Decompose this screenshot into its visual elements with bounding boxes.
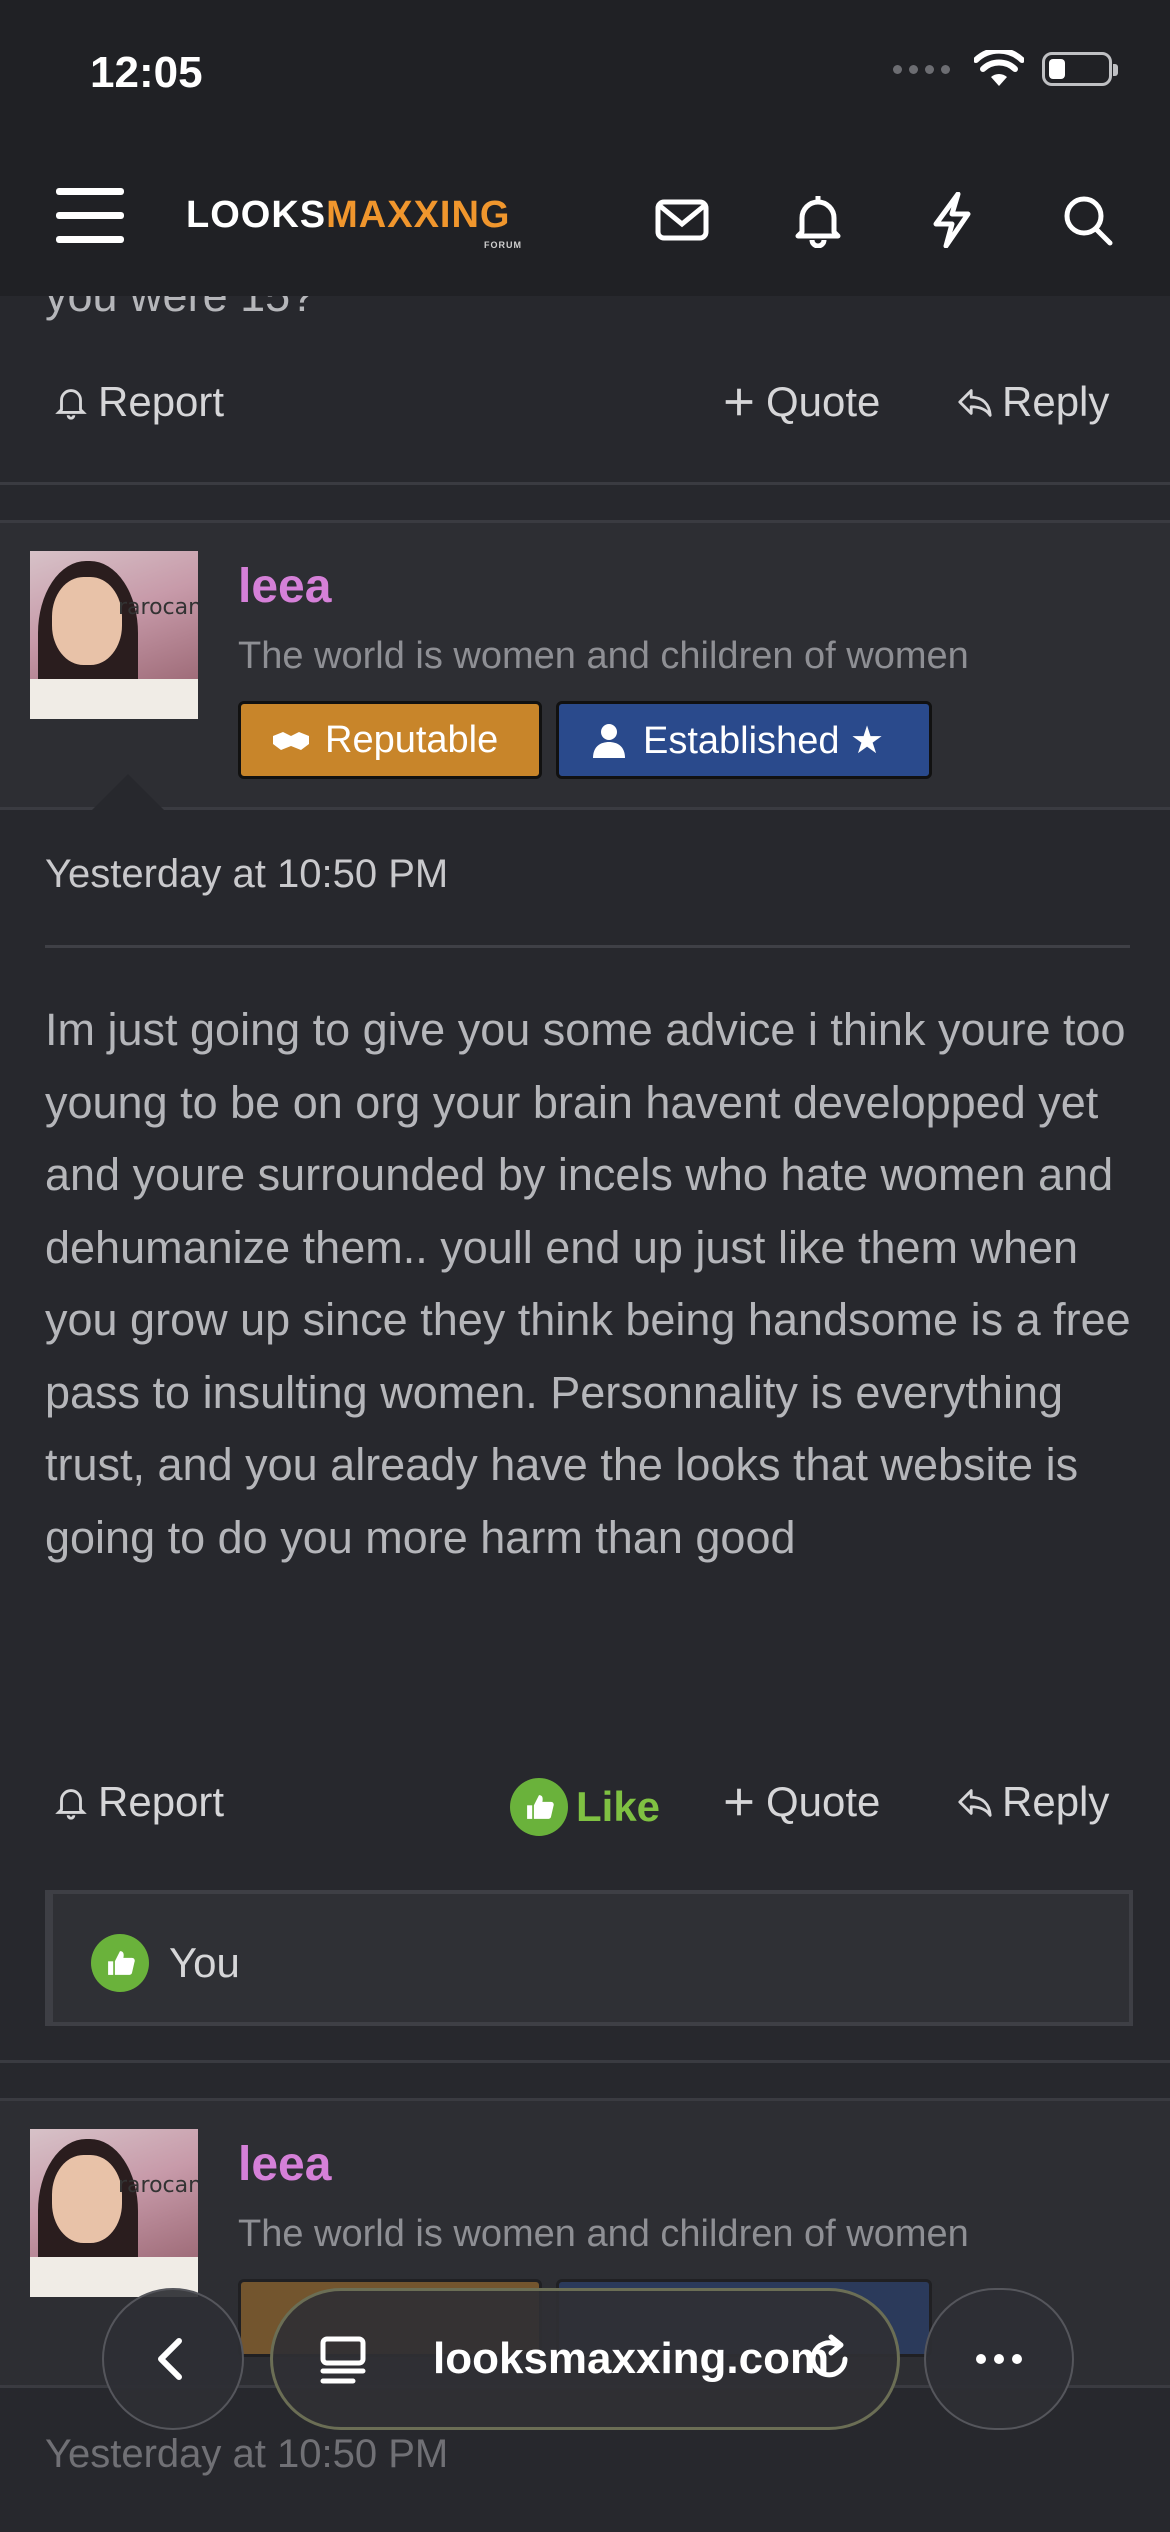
reply-button[interactable]: Reply bbox=[956, 1778, 1109, 1826]
like-button[interactable]: Like bbox=[510, 1778, 660, 1836]
quote-button[interactable]: Quote bbox=[720, 1778, 880, 1826]
next-post-timestamp[interactable]: Yesterday at 10:50 PM bbox=[45, 2432, 448, 2477]
username[interactable]: leea bbox=[238, 2137, 331, 2192]
reactions-label: You bbox=[169, 1939, 240, 1986]
user-title: The world is women and children of women bbox=[238, 2213, 969, 2255]
chevron-left-icon bbox=[158, 2338, 182, 2380]
badge-reputable: Reputable bbox=[238, 701, 542, 779]
report-button[interactable]: Report bbox=[52, 378, 224, 426]
battery-icon bbox=[1042, 52, 1118, 86]
divider bbox=[45, 945, 1130, 948]
avatar[interactable]: rarocan bbox=[30, 551, 198, 719]
divider bbox=[0, 2060, 1170, 2063]
handshake-icon bbox=[273, 732, 309, 750]
user-title: The world is women and children of women bbox=[238, 635, 969, 677]
status-icons bbox=[893, 50, 1118, 88]
lightning-icon[interactable] bbox=[922, 191, 982, 249]
status-bar: 12:05 bbox=[0, 0, 1170, 140]
back-button[interactable] bbox=[102, 2288, 244, 2430]
ellipsis-icon bbox=[976, 2354, 1022, 2364]
search-icon[interactable] bbox=[1058, 192, 1118, 248]
site-logo[interactable]: LOOKSMAXXING bbox=[186, 194, 510, 237]
reply-icon bbox=[958, 1789, 992, 1817]
divider bbox=[0, 482, 1170, 485]
previous-post-actions: Report Quote Reply bbox=[0, 364, 1170, 444]
reload-icon[interactable] bbox=[801, 2331, 857, 2387]
report-button[interactable]: Report bbox=[52, 1778, 224, 1826]
mail-icon[interactable] bbox=[652, 192, 712, 248]
bell-icon bbox=[55, 1789, 87, 1820]
more-button[interactable] bbox=[924, 2288, 1074, 2430]
username[interactable]: leea bbox=[238, 559, 331, 614]
wifi-icon bbox=[974, 50, 1024, 86]
reply-button[interactable]: Reply bbox=[956, 378, 1109, 426]
address-bar[interactable]: looksmaxxing.com bbox=[270, 2288, 900, 2430]
bell-icon bbox=[55, 389, 87, 420]
logo-subtitle: FORUM bbox=[484, 240, 522, 250]
plus-icon bbox=[725, 388, 753, 416]
thumbs-up-icon bbox=[510, 1778, 568, 1836]
app-header: LOOKSMAXXING FORUM bbox=[0, 140, 1170, 296]
header-pointer bbox=[92, 774, 164, 810]
plus-icon bbox=[725, 1788, 753, 1816]
menu-icon[interactable] bbox=[56, 188, 124, 248]
browser-bottom-bar: looksmaxxing.com bbox=[0, 2268, 1170, 2430]
url-text: looksmaxxing.com bbox=[433, 2334, 830, 2383]
user-icon bbox=[593, 724, 625, 758]
signal-icon bbox=[893, 64, 950, 74]
bell-icon[interactable] bbox=[788, 192, 848, 249]
reply-icon bbox=[958, 389, 992, 417]
post-timestamp[interactable]: Yesterday at 10:50 PM bbox=[45, 852, 448, 897]
thumbs-up-icon bbox=[91, 1934, 149, 1992]
post-user-header: rarocan leea The world is women and chil… bbox=[0, 520, 1170, 810]
quote-button[interactable]: Quote bbox=[720, 378, 880, 426]
post-actions: Report Like Quote Reply bbox=[0, 1764, 1170, 1844]
badge-established: Established ★ bbox=[556, 701, 932, 779]
tabs-icon bbox=[320, 2336, 366, 2384]
reactions-bar[interactable]: You bbox=[45, 1890, 1133, 2026]
post-body: Im just going to give you some advice i … bbox=[45, 1004, 1131, 1563]
status-time: 12:05 bbox=[90, 48, 203, 97]
